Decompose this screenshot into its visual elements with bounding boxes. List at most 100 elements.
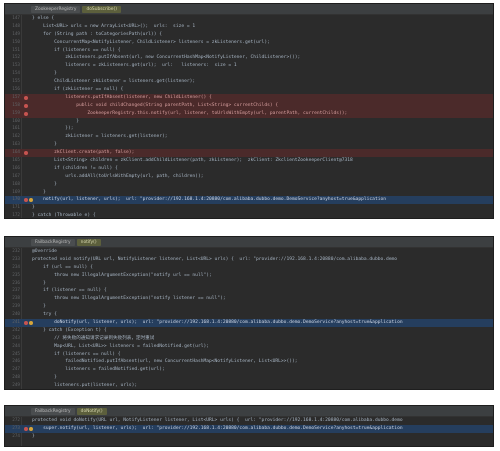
line-number[interactable]: 237	[5, 287, 20, 295]
line-number[interactable]: 273	[5, 425, 20, 433]
code-line[interactable]: 166 if (children != null) {	[5, 165, 493, 173]
code-line[interactable]: 246 failedNotified.putIfAbsent(url, new …	[5, 358, 493, 366]
line-number[interactable]: 150	[5, 39, 20, 47]
breadcrumb-method[interactable]: notify()	[76, 238, 101, 246]
line-number[interactable]: 233	[5, 256, 20, 264]
code-line[interactable]: 235 throw new IllegalArgumentException("…	[5, 272, 493, 280]
code-line[interactable]: 242 } catch (Exception t) {	[5, 327, 493, 335]
line-number[interactable]: 242	[5, 327, 20, 335]
line-number[interactable]: 247	[5, 366, 20, 374]
code-line[interactable]: 162 zkListener = listeners.get(listener)…	[5, 133, 493, 141]
code-line[interactable]: 163 }	[5, 141, 493, 149]
line-number[interactable]: 241	[5, 319, 20, 327]
code-line[interactable]: 172} catch (Throwable e) {	[5, 212, 493, 218]
code-line[interactable]: 232 @Override	[5, 248, 493, 256]
code-line[interactable]: 168 }	[5, 181, 493, 189]
line-number[interactable]: 245	[5, 351, 20, 359]
code-line[interactable]: 239 }	[5, 303, 493, 311]
code-line[interactable]: 233 protected void notify(URL url, Notify…	[5, 256, 493, 264]
code-area[interactable]: 147} else {148 List<URL> urls = new Arra…	[5, 15, 493, 218]
breakpoint-icon[interactable]	[24, 95, 28, 100]
breakpoint-icon[interactable]	[24, 151, 28, 156]
line-number[interactable]: 172	[5, 212, 20, 218]
line-number[interactable]: 152	[5, 54, 20, 62]
line-number[interactable]: 159	[5, 110, 20, 118]
breadcrumb-class[interactable]: FailbackRegistry	[31, 407, 75, 415]
breakpoint-icon[interactable]	[24, 103, 28, 108]
code-line[interactable]: 245 if (listeners == null) {	[5, 351, 493, 359]
code-line[interactable]: 273 super.notify(url, listener, urls); u…	[5, 424, 493, 433]
breakpoint-icon[interactable]	[24, 321, 28, 326]
code-line[interactable]: 171}	[5, 204, 493, 212]
line-number[interactable]: 234	[5, 264, 20, 272]
code-line[interactable]: 238 throw new IllegalArgumentException("…	[5, 295, 493, 303]
breadcrumb-class[interactable]: FailbackRegistry	[31, 238, 75, 246]
breakpoint-icon[interactable]	[24, 198, 28, 203]
code-area[interactable]: 272 protected void doNotify(URL url, Noti…	[5, 417, 493, 441]
code-line[interactable]: 243 // 将失败的通知请求记录到失败列表，定时重试	[5, 335, 493, 343]
line-number[interactable]: 165	[5, 157, 20, 165]
code-line[interactable]: 247 listeners = failedNotified.get(url);	[5, 366, 493, 374]
line-number[interactable]: 166	[5, 165, 20, 173]
code-line[interactable]: 150 ConcurrentMap<NotifyListener, ChildL…	[5, 39, 493, 47]
line-number[interactable]: 147	[5, 15, 20, 23]
code-line[interactable]: 151 if (listeners == null) {	[5, 47, 493, 55]
code-line[interactable]: 154 }	[5, 70, 493, 78]
line-number[interactable]: 249	[5, 382, 20, 389]
code-line[interactable]: 153 listeners = zkListeners.get(url); ur…	[5, 62, 493, 70]
code-line[interactable]: 169 }	[5, 189, 493, 197]
code-line[interactable]: 249 listeners.put(listener, urls);	[5, 382, 493, 389]
line-number[interactable]: 153	[5, 62, 20, 70]
line-number[interactable]: 168	[5, 181, 20, 189]
line-number[interactable]: 236	[5, 280, 20, 288]
line-number[interactable]: 156	[5, 86, 20, 94]
line-number[interactable]: 246	[5, 358, 20, 366]
line-number[interactable]: 170	[5, 196, 20, 204]
line-number[interactable]: 238	[5, 295, 20, 303]
line-number[interactable]: 272	[5, 417, 20, 425]
line-number[interactable]: 232	[5, 248, 20, 256]
line-number[interactable]: 149	[5, 31, 20, 39]
line-number[interactable]: 167	[5, 173, 20, 181]
code-line[interactable]: 160 }	[5, 118, 493, 126]
line-number[interactable]: 239	[5, 303, 20, 311]
code-line[interactable]: 164 zkClient.create(path, false);	[5, 149, 493, 158]
line-number[interactable]: 163	[5, 141, 20, 149]
line-number[interactable]: 160	[5, 118, 20, 126]
code-line[interactable]: 236 }	[5, 280, 493, 288]
line-number[interactable]: 243	[5, 335, 20, 343]
code-line[interactable]: 240 try {	[5, 311, 493, 319]
line-number[interactable]: 274	[5, 433, 20, 441]
code-line[interactable]: 167 urls.addAll(toUrlsWithEmpty(url, pat…	[5, 173, 493, 181]
line-number[interactable]: 158	[5, 102, 20, 110]
line-number[interactable]: 164	[5, 149, 20, 157]
breadcrumb-method[interactable]: doNotify()	[76, 407, 107, 415]
code-line[interactable]: 241 doNotify(url, listener, urls); url: …	[5, 319, 493, 327]
line-number[interactable]: 240	[5, 311, 20, 319]
code-line[interactable]: 170 notify(url, listener, urls); url: "p…	[5, 196, 493, 205]
line-number[interactable]: 248	[5, 374, 20, 382]
code-line[interactable]: 149 for (String path : toCategoriesPath(…	[5, 31, 493, 39]
code-line[interactable]: 152 zkListeners.putIfAbsent(url, new Con…	[5, 54, 493, 62]
breakpoint-icon[interactable]	[24, 111, 28, 116]
code-line[interactable]: 165 List<String> children = zkClient.add…	[5, 157, 493, 165]
code-line[interactable]: 148 List<URL> urls = new ArrayList<URL>(…	[5, 23, 493, 31]
breadcrumb-class[interactable]: ZookeeperRegistry	[31, 5, 81, 13]
code-line[interactable]: 161 });	[5, 125, 493, 133]
code-line[interactable]: 244 Map<URL, List<URL>> listeners = fail…	[5, 343, 493, 351]
line-number[interactable]: 161	[5, 125, 20, 133]
breadcrumb-method[interactable]: doSubscribe()	[82, 5, 121, 13]
code-line[interactable]: 274}	[5, 433, 493, 441]
breakpoint-icon[interactable]	[24, 426, 28, 431]
code-line[interactable]: 158 public void childChanged(String pare…	[5, 101, 493, 110]
line-number[interactable]: 157	[5, 94, 20, 102]
code-line[interactable]: 156 if (zkListener == null) {	[5, 86, 493, 94]
line-number[interactable]: 155	[5, 78, 20, 86]
line-number[interactable]: 148	[5, 23, 20, 31]
code-line[interactable]: 237 if (listener == null) {	[5, 287, 493, 295]
code-line[interactable]: 272 protected void doNotify(URL url, Noti…	[5, 417, 493, 425]
code-line[interactable]: 234 if (url == null) {	[5, 264, 493, 272]
code-line[interactable]: 248 }	[5, 374, 493, 382]
line-number[interactable]: 154	[5, 70, 20, 78]
code-area[interactable]: 232 @Override 233 protected void notify(URL…	[5, 248, 493, 389]
